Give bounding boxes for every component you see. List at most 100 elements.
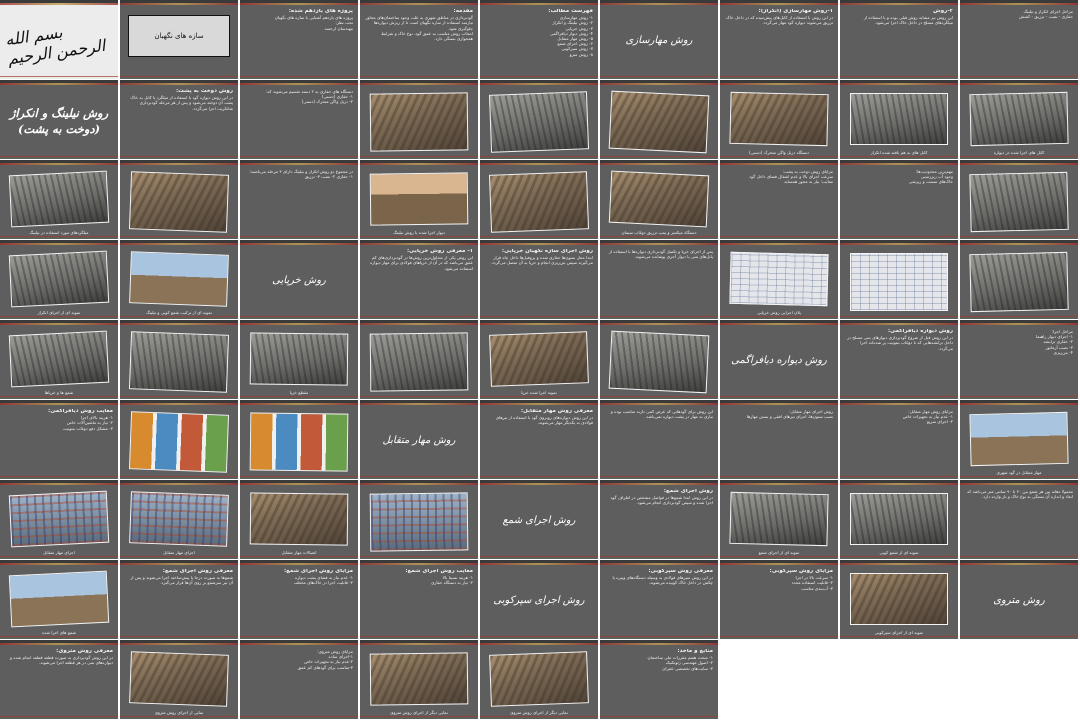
slide-thumbnail[interactable]: پروژه های یازدهم شده: پروژه های یازدهم آش…: [240, 0, 358, 79]
slide-photo: [129, 251, 229, 307]
slide-thumbnail[interactable]: دستگاه های حفاری به ۲ دسته تقسیم می‌شوند…: [240, 80, 358, 159]
slide-thumbnail[interactable]: بسم الله الرحمن الرحیم: [0, 0, 118, 79]
slide-thumbnail[interactable]: روش خرپایی: [240, 240, 358, 319]
slide-thumbnail[interactable]: معرفی روش سپرکوبی: در این روش سپرهای فولا…: [600, 560, 718, 639]
slide-thumbnail[interactable]: نمونه ای از شمع کوبی: [840, 480, 958, 559]
slide-thumbnail[interactable]: میلگردهای مورد استفاده در نیلینگ: [0, 160, 118, 239]
slide-body: ۱- روش مهارسازی ۲- روش نیلینگ و انکراژ ۳…: [550, 15, 593, 57]
slide-thumbnail[interactable]: معرفی روش اجرای شمع: شمع‌ها به صورت درجا …: [120, 560, 238, 639]
slide-thumbnail[interactable]: نمونه ای از ترکیب شمع کوبی و نیلینگ: [120, 240, 238, 319]
slide-thumbnail[interactable]: فهرست مطالب: ۱- روش مهارسازی ۲- روش نیلین…: [480, 0, 598, 79]
slide-thumbnail[interactable]: کابل های به هم بافته شده انکراژ: [840, 80, 958, 159]
slide-thumbnail[interactable]: نمونه ای از اجرای سپرکوبی: [840, 560, 958, 639]
slide-thumbnail[interactable]: روش اجرای سازه نگهبان خرپایی: ابتدا محل س…: [480, 240, 598, 319]
slide-thumbnail[interactable]: روش اجرای سپرکوبی: [480, 560, 598, 639]
slide-thumbnail[interactable]: [960, 240, 1078, 319]
slide-thumbnail[interactable]: [240, 400, 358, 479]
slide-thumbnail[interactable]: اجرای مهار متقابل: [0, 480, 118, 559]
slide-photo: [369, 332, 469, 392]
slide-thumbnail[interactable]: مزایای روش سپرکوبی: ۱- سرعت بالا در اجرا …: [720, 560, 838, 639]
slide-thumbnail[interactable]: [840, 240, 958, 319]
slide-thumbnail[interactable]: مقطع خرپا: [240, 320, 358, 399]
slide-thumbnail[interactable]: کابل های اجرا شده در دیواره: [960, 80, 1078, 159]
slide-thumbnail[interactable]: روش اجرای شمع: در این روش ابتدا شمع‌ها در…: [600, 480, 718, 559]
slide-thumbnail[interactable]: معایب روش اجرای شمع: ۱- هزینه نسبتا بالا …: [360, 560, 478, 639]
slide-photo: [369, 92, 469, 152]
slide-body: مهم‌ترین محدودیت‌ها: وجود آب زیرزمینی خا…: [908, 169, 953, 185]
slide-photo: [128, 331, 230, 393]
slide-thumbnail[interactable]: ۲-روش این روش نیز مشابه روش قبلی بوده و ب…: [840, 0, 958, 79]
slide-thumbnail[interactable]: نمایی از اجرای روش متروی: [120, 640, 238, 719]
slide-thumbnail[interactable]: ۱- معرفی روش خرپایی: این روش یکی از متداو…: [360, 240, 478, 319]
slide-thumbnail[interactable]: نمونه ای از اجرای شمع: [720, 480, 838, 559]
slide-thumbnail[interactable]: مزایای روش اجرای شمع: ۱- عدم نیاز به فضای…: [240, 560, 358, 639]
slide-text: ۱- معرفی روش خرپایی: این روش یکی از متداو…: [365, 249, 473, 314]
slide-thumbnail[interactable]: [480, 80, 598, 159]
slide-thumbnail[interactable]: مزایای روش متروی: ۱-اجرای ساده ۲-عدم نیا…: [240, 640, 358, 719]
slide-thumbnail[interactable]: [360, 320, 478, 399]
slide-thumbnail[interactable]: [960, 160, 1078, 239]
slide-thumbnail[interactable]: [360, 80, 478, 159]
slide-body: در این روش سپرهای فولادی به وسیله دستگاه…: [612, 575, 714, 586]
slide-thumbnail[interactable]: مزایای روش دوخت به پشت: سرعت اجرای بالا …: [720, 160, 838, 239]
slide-body: مراحل اجرا: ۱- اجرای دیوار راهنما ۲- حفا…: [1036, 329, 1073, 355]
slide-thumbnail[interactable]: منابع و مآخذ: ۱- مبحث هفتم مقررات ملی ساخ…: [600, 640, 718, 719]
slide-photo: [969, 411, 1069, 467]
slide-thumbnail[interactable]: اجرای مهار متقابل: [120, 480, 238, 559]
slide-thumbnail[interactable]: [480, 160, 598, 239]
slide-thumbnail[interactable]: مزایای روش مهار متقابل: ۱- عدم نیاز به ت…: [840, 400, 958, 479]
slide-thumbnail[interactable]: دستگاه میکسر و پمپ تزریق دوغاب سیمان: [600, 160, 718, 239]
slide-thumbnail[interactable]: [120, 160, 238, 239]
slide-thumbnail[interactable]: مهار متقابل در گود شهری: [960, 400, 1078, 479]
slide-photo: [729, 251, 829, 307]
photo-caption: دستگاه دریل واگن متحرک (دستی): [749, 150, 809, 155]
slide-photo: [249, 332, 349, 386]
slide-thumbnail[interactable]: معمولا دهانه بین هر شمع بین ۶۰ تا ۹۰ سان…: [960, 480, 1078, 559]
slide-photo: [608, 170, 710, 228]
slide-thumbnail[interactable]: نمونه اجرا شده خرپا: [480, 320, 598, 399]
section-title: روش مهار متقابل: [382, 435, 456, 446]
slide-thumbnail[interactable]: روش مهار متقابل: [360, 400, 478, 479]
slide-thumbnail[interactable]: روش نیلینگ و انکراژ (دوخت به پشت): [0, 80, 118, 159]
slide-thumbnail[interactable]: روش اجرای مهار متقابل: نصب ستون‌ها، اجرا…: [720, 400, 838, 479]
slide-thumbnail[interactable]: نمونه ای از اجرای انکراژ: [0, 240, 118, 319]
slide-thumbnail[interactable]: روش دیواره دیافراگمی: در این روش قبل از ش…: [840, 320, 958, 399]
slide-thumbnail[interactable]: معایب روش دیافراگمی: ۱- هزینه بالای اجرا …: [0, 400, 118, 479]
slide-thumbnail[interactable]: [360, 480, 478, 559]
slide-thumbnail[interactable]: [120, 400, 238, 479]
slide-thumbnail[interactable]: مقدمه: گودبرداری در مناطق شهری به علت وجو…: [360, 0, 478, 79]
slide-thumbnail[interactable]: روش مهارسازی: [600, 0, 718, 79]
slide-thumbnail[interactable]: مهم‌ترین محدودیت‌ها: وجود آب زیرزمینی خا…: [840, 160, 958, 239]
slide-photo: [969, 251, 1069, 313]
slide-thumbnail[interactable]: مراحل اجرا: ۱- اجرای دیوار راهنما ۲- حفا…: [960, 320, 1078, 399]
slide-thumbnail[interactable]: ۱-روش مهارسازی (انکراژ): در این روش با اس…: [720, 0, 838, 79]
slide-text: دستگاه های حفاری به ۲ دسته تقسیم می‌شوند…: [245, 89, 353, 154]
slide-body: گودبرداری در مناطق شهری به علت وجود ساخت…: [365, 15, 473, 42]
slide-thumbnail[interactable]: شمع ها و خرپاها: [0, 320, 118, 399]
slide-thumbnail[interactable]: مراحل اجرای انکراژ و نیلینگ حفاری - نصب …: [960, 0, 1078, 79]
slide-thumbnail[interactable]: اتصالات مهار متقابل: [240, 480, 358, 559]
slide-thumbnail[interactable]: [600, 320, 718, 399]
slide-thumbnail[interactable]: نمایی دیگر از اجرای روش متروی: [360, 640, 478, 719]
slide-thumbnail[interactable]: روش دوخت به پشت: در این روش دیواره گود با…: [120, 80, 238, 159]
slide-thumbnail[interactable]: دستگاه دریل واگن متحرک (دستی): [720, 80, 838, 159]
slide-thumbnail[interactable]: شمع های اجرا شده: [0, 560, 118, 639]
slide-body: ۱- مبحث هفتم مقررات ملی ساختمان ۲- اصول …: [647, 655, 713, 671]
slide-thumbnail[interactable]: روش متروی: [960, 560, 1078, 639]
slide-text: معمولا دهانه بین هر شمع بین ۶۰ تا ۹۰ سان…: [965, 489, 1073, 554]
slide-thumbnail[interactable]: معرفی روش متروی: در این روش گودبرداری به …: [0, 640, 118, 719]
slide-thumbnail[interactable]: روش اجرای شمع: [480, 480, 598, 559]
slide-thumbnail[interactable]: [600, 80, 718, 159]
slide-thumbnail[interactable]: معرفی روش مهار متقابل: در این روش دیواره‌…: [480, 400, 598, 479]
slide-thumbnail[interactable]: سازه های نگهبان: [120, 0, 238, 79]
slide-thumbnail[interactable]: نمایی دیگر از اجرای روش متروی: [480, 640, 598, 719]
slide-thumbnail[interactable]: این روش برای گودهایی که عرض کمی دارند من…: [600, 400, 718, 479]
slide-photo: [128, 171, 230, 233]
slide-thumbnail[interactable]: پس از اجرای خرپا و تکمیل گودبرداری دیوار…: [600, 240, 718, 319]
slide-thumbnail[interactable]: [120, 320, 238, 399]
slide-text: مقدمه: گودبرداری در مناطق شهری به علت وجو…: [365, 9, 473, 74]
slide-thumbnail[interactable]: روش دیواره دیافراگمی: [720, 320, 838, 399]
slide-thumbnail[interactable]: در مجموع دو روش انکراژ و نیلینگ دارای ۳ …: [240, 160, 358, 239]
slide-thumbnail[interactable]: دیوار اجرا شده با روش نیلینگ: [360, 160, 478, 239]
slide-thumbnail[interactable]: پلان اجرایی روش خرپایی: [720, 240, 838, 319]
